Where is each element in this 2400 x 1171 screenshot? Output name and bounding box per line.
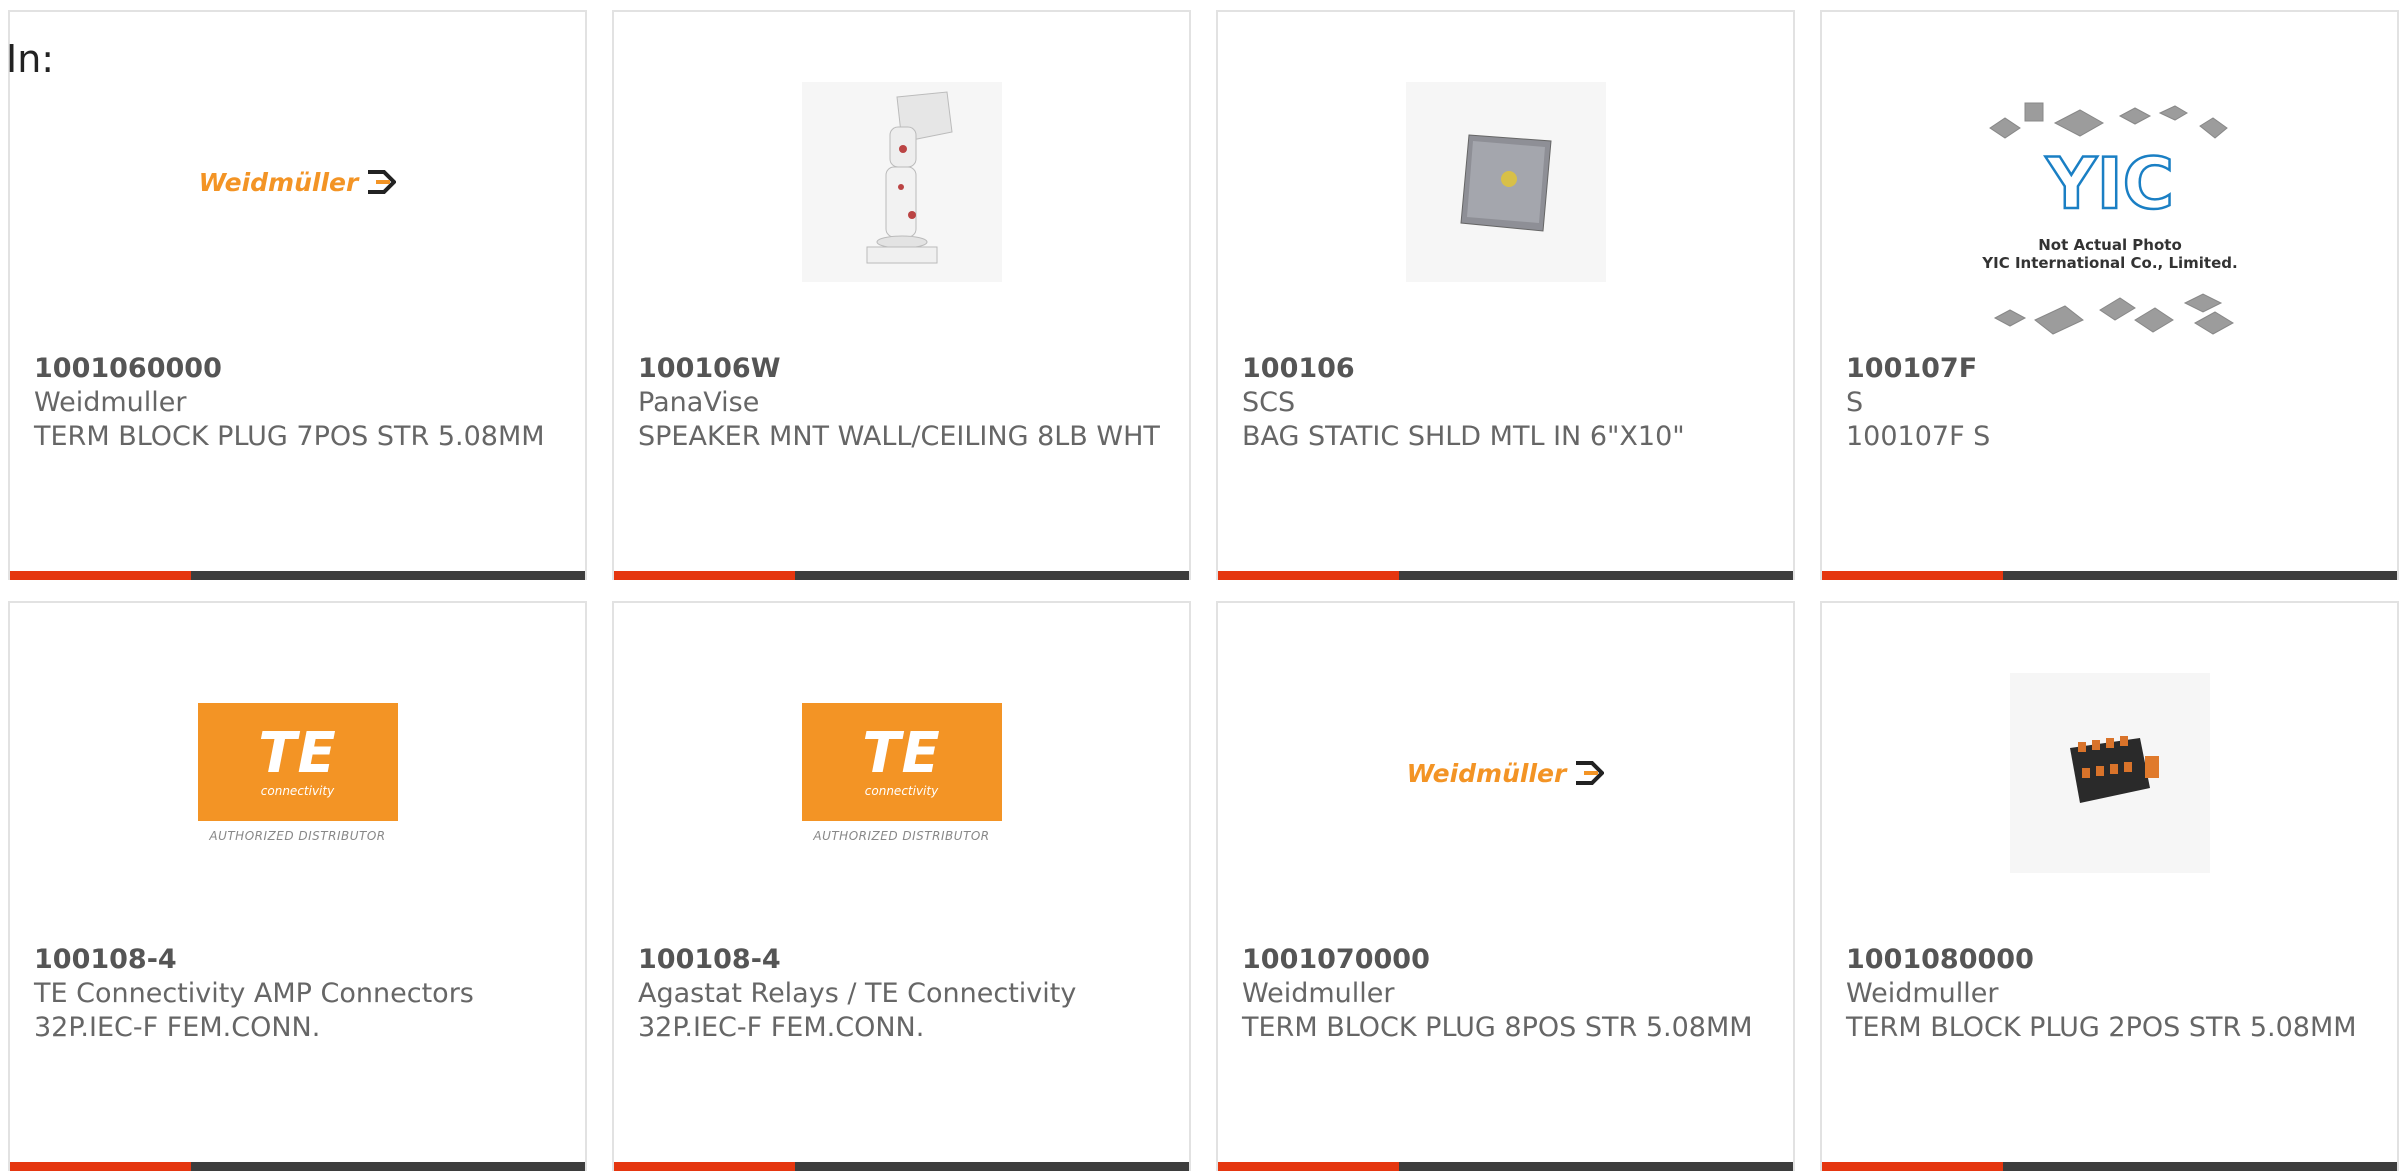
weidmuller-logo-text: Weidmüller — [198, 167, 359, 197]
weidmuller-logo: Weidmüller — [199, 168, 397, 197]
product-info: 1001070000 Weidmuller TERM BLOCK PLUG 8P… — [1242, 943, 1769, 1045]
part-number[interactable]: 1001060000 — [34, 352, 561, 386]
description: TERM BLOCK PLUG 7POS STR 5.08MM — [34, 421, 545, 452]
yic-placeholder-icon: YIC Not Actual Photo YIC International C… — [1981, 102, 2237, 335]
product-card[interactable]: 100106 SCS BAG STATIC SHLD MTL IN 6"X10" — [1216, 10, 1795, 580]
part-number[interactable]: 100106 — [1242, 352, 1769, 386]
product-image[interactable] — [2009, 673, 2210, 873]
te-logo-caption: AUTHORIZED DISTRIBUTOR — [813, 829, 990, 843]
card-bottom-bar — [1218, 571, 1793, 580]
product-info: 100106 SCS BAG STATIC SHLD MTL IN 6"X10" — [1242, 352, 1769, 454]
te-logo-text: TE — [862, 721, 941, 786]
product-image[interactable] — [801, 82, 1002, 282]
te-logo: TE connectivity AUTHORIZED DISTRIBUTOR — [197, 703, 398, 843]
weidmuller-mark-icon — [1576, 761, 1605, 785]
te-logo-sub: connectivity — [260, 784, 335, 798]
weidmuller-mark-icon — [368, 170, 397, 194]
description: SPEAKER MNT WALL/CEILING 8LB WHT — [638, 421, 1160, 452]
product-card[interactable]: TE connectivity AUTHORIZED DISTRIBUTOR 1… — [612, 601, 1191, 1171]
manufacturer: S — [1846, 387, 1864, 418]
description: 32P.IEC-F FEM.CONN. — [638, 1012, 925, 1043]
speaker-mount-photo — [801, 82, 1002, 282]
te-logo: TE connectivity AUTHORIZED DISTRIBUTOR — [801, 703, 1002, 843]
manufacturer: SCS — [1242, 387, 1296, 418]
te-logo-box: TE connectivity — [197, 703, 398, 821]
product-info: 100108-4 TE Connectivity AMP Connectors … — [34, 943, 561, 1045]
yic-logo-text: YIC — [2044, 143, 2173, 225]
product-info: 100108-4 Agastat Relays / TE Connectivit… — [638, 943, 1165, 1045]
product-image[interactable]: Weidmüller — [198, 82, 398, 282]
part-number[interactable]: 1001080000 — [1846, 943, 2373, 977]
part-number[interactable]: 100106W — [638, 352, 1165, 386]
card-accent-bar — [1218, 1162, 1399, 1171]
card-accent-bar — [614, 1162, 795, 1171]
description: 100107F S — [1846, 421, 1991, 452]
description: TERM BLOCK PLUG 2POS STR 5.08MM — [1846, 1012, 2357, 1043]
card-bottom-bar — [614, 1162, 1189, 1171]
manufacturer: Weidmuller — [1242, 978, 1395, 1009]
product-card[interactable]: 100106W PanaVise SPEAKER MNT WALL/CEILIN… — [612, 10, 1191, 580]
static-bag-photo — [1405, 82, 1606, 282]
product-grid: Weidmüller 1001060000 Weidmuller TERM BL… — [8, 10, 2399, 1171]
description: TERM BLOCK PLUG 8POS STR 5.08MM — [1242, 1012, 1753, 1043]
card-accent-bar — [1218, 571, 1399, 580]
speaker-mount-icon — [866, 91, 953, 264]
card-bottom-bar — [10, 1162, 585, 1171]
product-card[interactable]: Weidmüller 1001070000 Weidmuller TERM BL… — [1216, 601, 1795, 1171]
product-card[interactable]: TE connectivity AUTHORIZED DISTRIBUTOR 1… — [8, 601, 587, 1171]
product-info: 100107F S 100107F S — [1846, 352, 2373, 454]
product-card[interactable]: Weidmüller 1001060000 Weidmuller TERM BL… — [8, 10, 587, 580]
te-logo-caption: AUTHORIZED DISTRIBUTOR — [209, 829, 386, 843]
product-info: 1001060000 Weidmuller TERM BLOCK PLUG 7P… — [34, 352, 561, 454]
part-number[interactable]: 100108-4 — [638, 943, 1165, 977]
description: BAG STATIC SHLD MTL IN 6"X10" — [1242, 421, 1685, 452]
product-image[interactable]: YIC Not Actual Photo YIC International C… — [1975, 98, 2245, 348]
manufacturer: TE Connectivity AMP Connectors — [34, 978, 474, 1009]
card-accent-bar — [1822, 571, 2003, 580]
product-info: 1001080000 Weidmuller TERM BLOCK PLUG 2P… — [1846, 943, 2373, 1045]
weidmuller-logo-text: Weidmüller — [1406, 758, 1567, 788]
manufacturer: Weidmuller — [34, 387, 187, 418]
part-number[interactable]: 100108-4 — [34, 943, 561, 977]
card-bottom-bar — [1822, 1162, 2397, 1171]
te-logo-text: TE — [258, 721, 337, 786]
manufacturer: Agastat Relays / TE Connectivity — [638, 978, 1077, 1009]
in-label: In: — [6, 37, 55, 81]
card-accent-bar — [10, 571, 191, 580]
card-accent-bar — [614, 571, 795, 580]
terminal-block-icon — [2069, 736, 2159, 803]
yic-note-2: YIC International Co., Limited. — [1981, 254, 2237, 272]
card-bottom-bar — [1218, 1162, 1793, 1171]
product-card[interactable]: YIC Not Actual Photo YIC International C… — [1820, 10, 2399, 580]
part-number[interactable]: 100107F — [1846, 352, 2373, 386]
card-accent-bar — [10, 1162, 191, 1171]
terminal-block-photo — [2009, 673, 2210, 873]
manufacturer: PanaVise — [638, 387, 760, 418]
manufacturer: Weidmuller — [1846, 978, 1999, 1009]
card-bottom-bar — [1822, 571, 2397, 580]
static-bag-icon — [1459, 134, 1552, 232]
card-bottom-bar — [614, 571, 1189, 580]
part-number[interactable]: 1001070000 — [1242, 943, 1769, 977]
card-bottom-bar — [10, 571, 585, 580]
card-accent-bar — [1822, 1162, 2003, 1171]
weidmuller-logo: Weidmüller — [1407, 759, 1605, 788]
yic-note-1: Not Actual Photo — [2038, 236, 2182, 254]
te-logo-sub: connectivity — [864, 784, 939, 798]
te-logo-box: TE connectivity — [801, 703, 1002, 821]
description: 32P.IEC-F FEM.CONN. — [34, 1012, 321, 1043]
product-image[interactable] — [1405, 82, 1606, 282]
product-image[interactable]: Weidmüller — [1406, 673, 1606, 873]
product-info: 100106W PanaVise SPEAKER MNT WALL/CEILIN… — [638, 352, 1165, 454]
product-image[interactable]: TE connectivity AUTHORIZED DISTRIBUTOR — [801, 673, 1002, 873]
product-card[interactable]: 1001080000 Weidmuller TERM BLOCK PLUG 2P… — [1820, 601, 2399, 1171]
product-image[interactable]: TE connectivity AUTHORIZED DISTRIBUTOR — [197, 673, 398, 873]
